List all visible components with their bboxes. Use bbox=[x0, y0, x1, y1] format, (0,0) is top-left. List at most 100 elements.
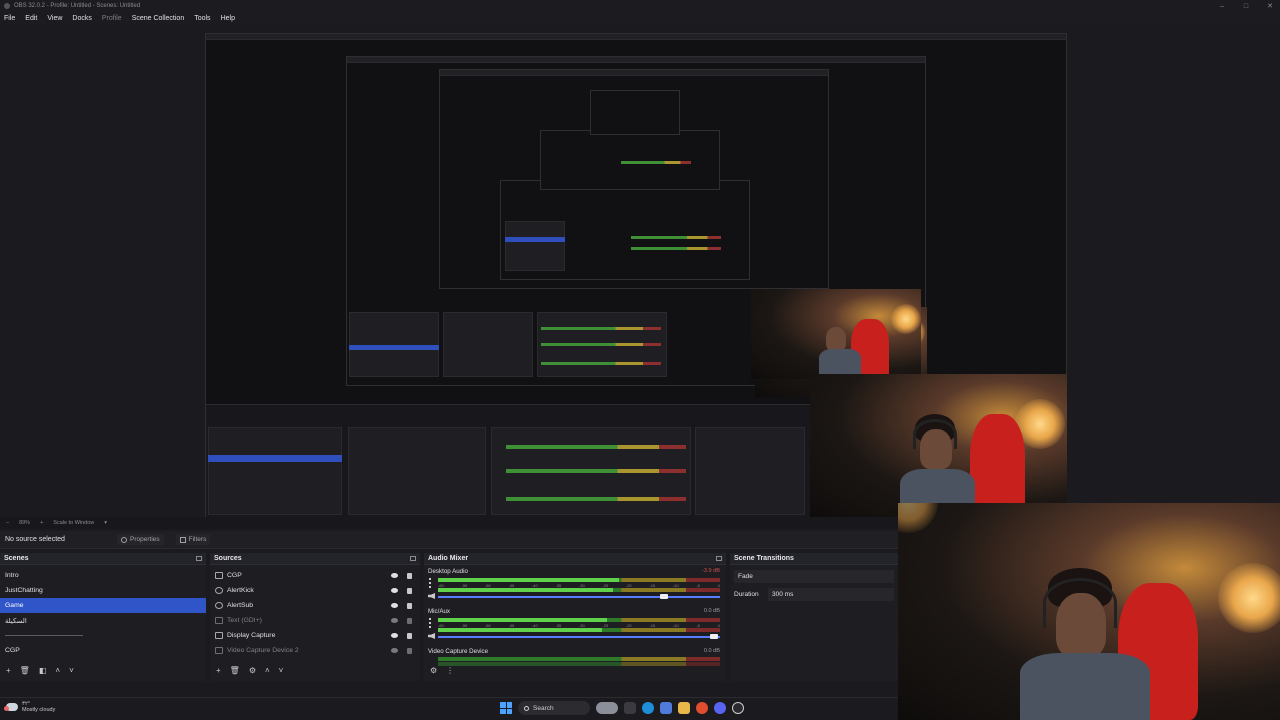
lamp-glow bbox=[898, 503, 938, 533]
divider bbox=[5, 635, 83, 636]
camera-icon bbox=[215, 647, 223, 654]
source-item[interactable]: AlertSub bbox=[210, 598, 420, 613]
mixer-menu-button[interactable]: ⋮ bbox=[446, 667, 454, 675]
add-source-button[interactable]: + bbox=[216, 667, 221, 675]
channel-name: Mic/Aux bbox=[428, 608, 451, 615]
volume-slider[interactable] bbox=[438, 636, 720, 638]
menu-edit[interactable]: Edit bbox=[25, 15, 37, 22]
obs-icon[interactable] bbox=[732, 702, 744, 714]
eye-hidden-icon[interactable] bbox=[391, 618, 398, 623]
volume-handle[interactable] bbox=[660, 594, 668, 599]
edge-icon[interactable] bbox=[642, 702, 654, 714]
nested-capture-3 bbox=[439, 69, 829, 289]
close-button[interactable]: ✕ bbox=[1266, 2, 1274, 10]
minimize-button[interactable]: – bbox=[1218, 3, 1226, 10]
lock-icon[interactable] bbox=[407, 587, 412, 594]
speaker-icon[interactable] bbox=[428, 633, 435, 639]
scene-transitions-dock: Scene Transitions Fade Duration 300 ms bbox=[730, 553, 898, 681]
zoom-in-button[interactable]: + bbox=[40, 520, 43, 526]
file-explorer-icon[interactable] bbox=[678, 702, 690, 714]
source-item[interactable]: CGP bbox=[210, 568, 420, 583]
speaker-icon[interactable] bbox=[428, 593, 435, 599]
menu-file[interactable]: File bbox=[4, 15, 15, 22]
filters-button[interactable]: Filters bbox=[175, 534, 211, 545]
menu-help[interactable]: Help bbox=[221, 15, 235, 22]
remove-scene-button[interactable]: 🗑 bbox=[20, 667, 30, 675]
scene-item-intro[interactable]: Intro bbox=[0, 568, 206, 583]
move-up-button[interactable]: ˄ bbox=[55, 667, 60, 675]
properties-button[interactable]: Properties bbox=[117, 534, 164, 545]
widgets-icon[interactable] bbox=[596, 702, 618, 714]
menu-tools[interactable]: Tools bbox=[194, 15, 210, 22]
chevron-down-icon[interactable]: ▾ bbox=[104, 520, 107, 526]
scene-item-justchatting[interactable]: JustChatting bbox=[0, 583, 206, 598]
windows-start-icon[interactable] bbox=[500, 702, 512, 714]
volume-slider[interactable] bbox=[438, 596, 720, 598]
channel-name: Desktop Audio bbox=[428, 568, 468, 575]
source-item[interactable]: Video Capture Device 2 bbox=[210, 643, 420, 658]
source-item[interactable]: AlertKick bbox=[210, 583, 420, 598]
volume-handle[interactable] bbox=[710, 634, 718, 639]
channel-menu-icon[interactable] bbox=[429, 578, 431, 588]
audio-mixer-title: Audio Mixer bbox=[428, 555, 469, 562]
browser-icon bbox=[215, 587, 223, 594]
weather-desc: Mostly cloudy bbox=[22, 707, 56, 713]
level-fill bbox=[438, 628, 602, 632]
brave-icon[interactable] bbox=[696, 702, 708, 714]
undock-icon[interactable] bbox=[196, 556, 202, 561]
move-down-button[interactable]: ˅ bbox=[69, 667, 74, 675]
channel-menu-icon[interactable] bbox=[429, 618, 431, 628]
source-properties-button[interactable]: ⚙ bbox=[249, 667, 256, 675]
move-down-button[interactable]: ˅ bbox=[279, 667, 284, 675]
level-meter bbox=[438, 657, 720, 661]
scene-item-arabic[interactable]: السكيلة bbox=[0, 613, 206, 628]
menu-docks[interactable]: Docks bbox=[72, 15, 91, 22]
lamp-glow bbox=[1218, 563, 1280, 633]
scene-filters-button[interactable]: ◧ bbox=[39, 667, 47, 675]
source-item[interactable]: Text (GDI+) bbox=[210, 613, 420, 628]
no-source-label: No source selected bbox=[5, 536, 65, 543]
scene-item-game[interactable]: Game bbox=[0, 598, 206, 613]
eye-icon[interactable] bbox=[391, 633, 398, 638]
eye-icon[interactable] bbox=[391, 603, 398, 608]
menu-profile[interactable]: Profile bbox=[102, 15, 122, 22]
task-view-icon[interactable] bbox=[624, 702, 636, 714]
eye-icon[interactable] bbox=[391, 588, 398, 593]
menu-view[interactable]: View bbox=[47, 15, 62, 22]
source-item[interactable]: Display Capture bbox=[210, 628, 420, 643]
meter-ticks: -60 -55 -50 -45 -40 -35 -30 -25 -20 -15 -10 -5 0 bbox=[438, 583, 720, 588]
taskbar-search[interactable]: Search bbox=[518, 701, 590, 715]
transition-type-select[interactable]: Fade bbox=[734, 569, 894, 583]
menu-scene-collection[interactable]: Scene Collection bbox=[132, 15, 185, 22]
sources-title: Sources bbox=[214, 555, 242, 562]
discord-icon[interactable] bbox=[714, 702, 726, 714]
undock-icon[interactable] bbox=[410, 556, 416, 561]
unlock-icon[interactable] bbox=[407, 647, 412, 654]
unlock-icon[interactable] bbox=[407, 617, 412, 624]
move-up-button[interactable]: ˄ bbox=[265, 667, 270, 675]
eye-icon[interactable] bbox=[391, 573, 398, 578]
search-icon bbox=[524, 705, 529, 711]
remove-source-button[interactable]: 🗑 bbox=[230, 667, 240, 675]
duration-input[interactable]: 300 ms bbox=[768, 587, 894, 601]
preview-canvas[interactable] bbox=[205, 33, 1067, 517]
lock-icon[interactable] bbox=[407, 632, 412, 639]
undock-icon[interactable] bbox=[716, 556, 722, 561]
eye-hidden-icon[interactable] bbox=[391, 648, 398, 653]
zoom-out-button[interactable]: – bbox=[6, 520, 9, 526]
add-scene-button[interactable]: + bbox=[6, 667, 11, 675]
copilot-icon[interactable] bbox=[660, 702, 672, 714]
scene-transitions-title: Scene Transitions bbox=[734, 555, 794, 562]
mixer-settings-button[interactable]: ⚙ bbox=[430, 667, 437, 675]
source-label: Video Capture Device 2 bbox=[227, 647, 299, 654]
scene-separator[interactable] bbox=[0, 628, 206, 643]
scene-item-cgp[interactable]: CGP bbox=[0, 643, 206, 658]
source-label: AlertKick bbox=[227, 587, 254, 594]
taskbar: ٣٢° Mostly cloudy Search bbox=[0, 697, 898, 720]
lock-icon[interactable] bbox=[407, 602, 412, 609]
scale-mode-select[interactable]: Scale to Window bbox=[53, 520, 94, 526]
preview-area[interactable] bbox=[0, 25, 1280, 517]
maximize-button[interactable]: □ bbox=[1242, 3, 1250, 10]
weather-widget[interactable]: ٣٢° Mostly cloudy bbox=[4, 701, 56, 713]
lock-icon[interactable] bbox=[407, 572, 412, 579]
